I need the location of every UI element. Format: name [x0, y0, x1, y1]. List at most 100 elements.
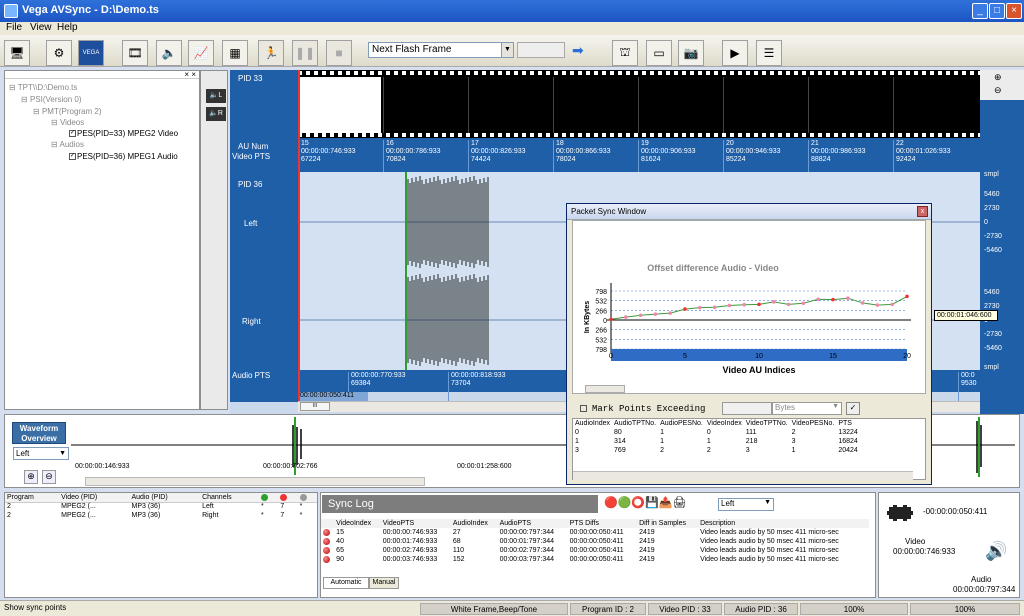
data-point[interactable]	[624, 315, 628, 319]
data-point[interactable]	[683, 307, 687, 311]
video-frame[interactable]	[638, 77, 721, 133]
export-icon[interactable]: 📤	[659, 497, 673, 509]
audio-view-icon[interactable]: 🔈	[156, 40, 182, 66]
table-row[interactable]: 2 MPEG2 (... MP3 (36) Left * 7 *	[5, 502, 317, 511]
tree-node-psi[interactable]: ⊟ PSI(Version 0)	[21, 95, 82, 104]
video-frame[interactable]	[893, 77, 976, 133]
overview-channel-select[interactable]: Left ▼	[13, 447, 69, 460]
data-point[interactable]	[831, 297, 835, 302]
video-frame[interactable]	[468, 77, 551, 133]
menu-help[interactable]: Help	[57, 22, 78, 33]
speaker-left-icon[interactable]: 🔈L	[206, 89, 226, 103]
grid-scrollbar[interactable]	[573, 471, 913, 480]
grid-header[interactable]: VideoTPTNo.	[744, 419, 790, 428]
checkbox-video[interactable]: ✓	[69, 130, 76, 138]
zoom-out-icon[interactable]: ⊖	[994, 85, 1002, 96]
table-row[interactable]: 1 314 1 1 218 3 16824	[573, 437, 860, 446]
chevron-down-icon[interactable]: ▼	[501, 43, 513, 57]
grid-header[interactable]: VideoPESNo.	[790, 419, 837, 428]
go-arrow-icon[interactable]: ➡	[572, 42, 584, 59]
checkbox-audio[interactable]: ✓	[69, 153, 76, 161]
close-button[interactable]: ×	[1006, 3, 1022, 19]
grid-header[interactable]: VideoIndex	[705, 419, 744, 428]
data-point[interactable]	[816, 297, 820, 302]
close-icon[interactable]: × ×	[5, 71, 199, 79]
white-flash-frame[interactable]	[298, 77, 381, 133]
tree-node-audios[interactable]: ⊟ Audios	[51, 140, 84, 149]
record-icon[interactable]: 🔴	[604, 497, 618, 509]
table-row[interactable]: 65 00:00:02:746:933 110 00:00:02:797:344 00:…	[321, 546, 869, 555]
zoom-out-icon[interactable]: ⊖	[42, 470, 56, 484]
data-point[interactable]	[638, 313, 643, 318]
flash-value-field[interactable]	[517, 42, 565, 58]
sync-chart-icon[interactable]: ⛫	[612, 40, 638, 66]
grid-header[interactable]: PTS	[836, 419, 859, 428]
menu-view[interactable]: View	[30, 22, 52, 33]
tree-node-audio-pes[interactable]: ✓ PES(PID=36) MPEG1 Audio	[69, 152, 178, 161]
params-header[interactable]: Program	[5, 493, 59, 502]
params-header[interactable]: Channels	[200, 493, 259, 502]
mark-points-checkbox[interactable]	[580, 405, 587, 412]
pause-icon[interactable]: ❚❚	[292, 40, 318, 66]
window-layout-icon[interactable]: ▦	[222, 40, 248, 66]
video-frame[interactable]	[383, 77, 466, 133]
video-frame[interactable]	[723, 77, 806, 133]
tree-node-video-pes[interactable]: ✓ PES(PID=33) MPEG2 Video	[69, 129, 178, 138]
log-header[interactable]: AudioIndex	[451, 519, 498, 528]
log-header[interactable]: Description	[698, 519, 869, 528]
tab-automatic[interactable]: Automatic	[323, 577, 369, 589]
frame-icon[interactable]: ▭	[646, 40, 672, 66]
log-header[interactable]: PTS Diffs	[568, 519, 637, 528]
log-header[interactable]: VideoIndex	[334, 519, 381, 528]
speaker-right-icon[interactable]: 🔈R	[206, 107, 226, 121]
overview-scrollbar[interactable]	[85, 477, 425, 486]
data-point[interactable]	[786, 302, 791, 307]
tree-node-pmt[interactable]: ⊟ PMT(Program 2)	[33, 107, 102, 116]
table-row[interactable]: 90 00:00:03:746:933 152 00:00:03:797:344 00:…	[321, 555, 869, 564]
minimize-button[interactable]: _	[972, 3, 988, 19]
open-file-icon[interactable]: 🖥	[4, 40, 30, 66]
log-channel-select[interactable]: Left ▼	[718, 498, 774, 511]
data-point[interactable]	[801, 301, 806, 306]
table-row[interactable]: 2 MPEG2 (... MP3 (36) Right * 7 *	[5, 511, 317, 520]
data-point[interactable]	[653, 312, 658, 316]
data-point[interactable]	[905, 294, 909, 299]
data-point[interactable]	[698, 305, 702, 310]
zoom-in-icon[interactable]: ⊕	[994, 72, 1002, 83]
tree-node-videos[interactable]: ⊟ Videos	[51, 118, 84, 127]
data-point[interactable]	[609, 317, 613, 322]
red-cursor-line[interactable]	[298, 70, 300, 402]
params-header[interactable]: Video (PID)	[59, 493, 129, 502]
data-point[interactable]	[890, 302, 894, 307]
table-row[interactable]: 15 00:00:00:746:933 27 00:00:00:797:344 00:0…	[321, 528, 869, 537]
video-frame[interactable]	[808, 77, 891, 133]
grid-header[interactable]: AudioPESNo.	[658, 419, 705, 428]
scroll-thumb[interactable]: III	[300, 402, 330, 411]
log-header[interactable]: VideoPTS	[381, 519, 451, 528]
table-row[interactable]: 0 80 1 0 111 2 13224	[573, 428, 860, 437]
table-row[interactable]: 3 769 2 2 3 1 20424	[573, 446, 860, 455]
data-point[interactable]	[860, 301, 865, 305]
report-icon[interactable]: ☰	[756, 40, 782, 66]
table-row[interactable]: 40 00:00:01:746:933 68 00:00:01:797:344 00:0…	[321, 537, 869, 546]
params-header[interactable]: Audio (PID)	[130, 493, 201, 502]
data-point[interactable]	[875, 303, 880, 307]
threshold-field[interactable]	[722, 402, 772, 415]
film-view-icon[interactable]: 🎞	[122, 40, 148, 66]
data-point[interactable]	[846, 296, 850, 300]
add-point-icon[interactable]: 🟢	[618, 497, 632, 509]
apply-icon[interactable]: ✓	[846, 402, 860, 415]
unit-select[interactable]: Bytes ▼	[772, 402, 842, 415]
menu-file[interactable]: File	[6, 22, 22, 33]
zoom-in-icon[interactable]: ⊕	[24, 470, 38, 484]
vega-logo-icon[interactable]: VEGA	[78, 40, 104, 66]
waveform-view-icon[interactable]: 📈	[188, 40, 214, 66]
log-header[interactable]: AudioPTS	[498, 519, 568, 528]
save-icon[interactable]: 💾	[645, 497, 659, 509]
data-point[interactable]	[668, 311, 672, 315]
settings-gear-icon[interactable]: ⚙	[46, 40, 72, 66]
data-point[interactable]	[742, 302, 746, 307]
flash-frame-select[interactable]: Next Flash Frame ▼	[368, 42, 514, 58]
grid-header[interactable]: AudioIndex	[573, 419, 612, 428]
data-point[interactable]	[727, 303, 732, 308]
